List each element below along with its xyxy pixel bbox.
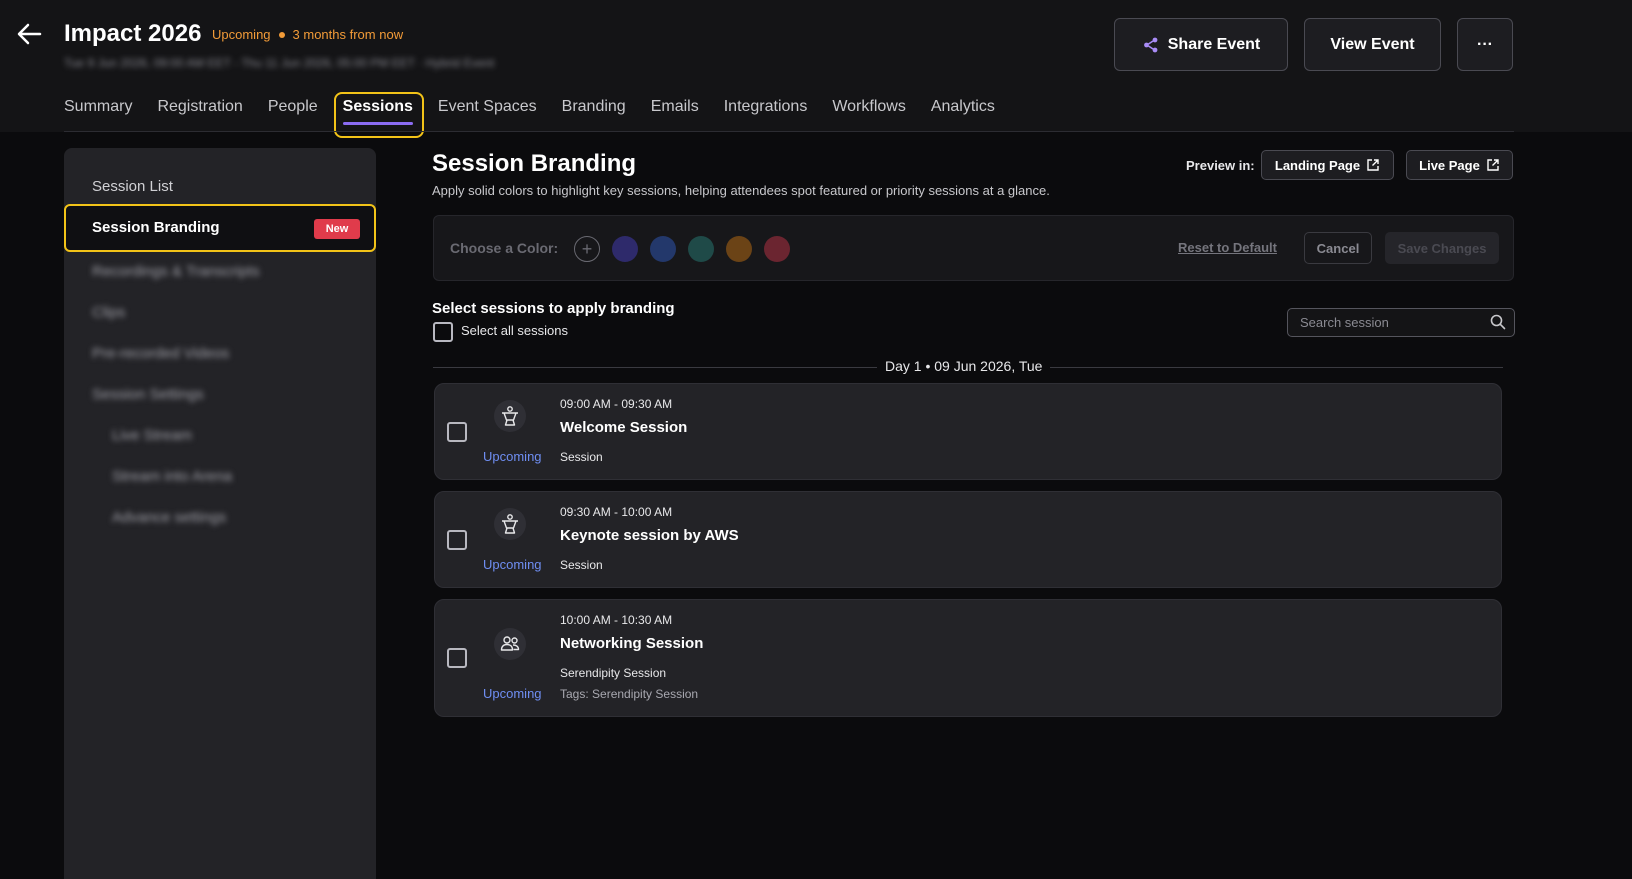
cancel-button[interactable]: Cancel [1304, 232, 1372, 264]
color-swatch-4[interactable] [726, 236, 752, 262]
session-tags: Tags: Serendipity Session [560, 687, 699, 701]
speaker-icon [494, 508, 526, 540]
sidebar-item-recordings[interactable]: Recordings & Transcripts [92, 263, 260, 280]
page-title: Session Branding [432, 150, 637, 177]
session-card-keynote[interactable]: Upcoming 09:30 AM - 10:00 AM Keynote ses… [434, 491, 1502, 588]
session-time: 10:00 AM - 10:30 AM [560, 613, 673, 627]
tab-summary[interactable]: Summary [64, 98, 132, 116]
more-options-button[interactable]: ··· [1457, 18, 1513, 71]
session-checkbox[interactable] [447, 530, 467, 550]
session-time: 09:00 AM - 09:30 AM [560, 397, 673, 411]
tab-people[interactable]: People [268, 98, 318, 116]
session-time: 09:30 AM - 10:00 AM [560, 505, 673, 519]
session-name: Keynote session by AWS [560, 527, 739, 544]
sidebar-item-stream-arena[interactable]: Stream into Arena [112, 468, 232, 485]
day-label: Day 1 • 09 Jun 2026, Tue [877, 358, 1051, 374]
search-session-input[interactable] [1287, 308, 1515, 337]
status-dot-icon [278, 31, 285, 38]
event-header: Impact 2026 Upcoming 3 months from now T… [0, 0, 1632, 138]
session-status: Upcoming [483, 557, 542, 572]
session-card-welcome[interactable]: Upcoming 09:00 AM - 09:30 AM Welcome Ses… [434, 383, 1502, 480]
add-color-icon[interactable]: + [574, 236, 600, 262]
new-badge: New [314, 219, 360, 239]
preview-label: Preview in: [1186, 158, 1255, 173]
people-icon [494, 628, 526, 660]
landing-page-button[interactable]: Landing Page [1261, 150, 1394, 180]
view-event-button[interactable]: View Event [1304, 18, 1441, 71]
sidebar-item-session-branding[interactable]: Session Branding New [64, 204, 376, 252]
tab-workflows[interactable]: Workflows [832, 98, 906, 116]
tab-registration[interactable]: Registration [157, 98, 242, 116]
share-event-button[interactable]: Share Event [1114, 18, 1288, 71]
share-event-label: Share Event [1167, 35, 1261, 53]
tab-sessions[interactable]: Sessions [342, 98, 414, 125]
event-tabs: Summary Registration People Sessions Eve… [64, 98, 1020, 125]
sidebar-item-session-list[interactable]: Session List [92, 178, 173, 195]
color-swatch-1[interactable] [612, 236, 638, 262]
sidebar-item-prerecorded[interactable]: Pre-recorded Videos [92, 345, 229, 362]
sidebar-item-live-stream[interactable]: Live Stream [112, 427, 192, 444]
session-status: Upcoming [483, 686, 542, 701]
sidebar-item-advance-settings[interactable]: Advance settings [112, 509, 226, 526]
back-arrow-icon[interactable] [14, 18, 46, 50]
status-text: Upcoming [212, 27, 271, 42]
session-type: Session [560, 558, 603, 572]
color-picker-bar: Choose a Color: + Reset to Default Cance… [433, 215, 1514, 281]
session-checkbox[interactable] [447, 422, 467, 442]
session-name: Networking Session [560, 635, 704, 652]
live-page-label: Live Page [1419, 157, 1480, 173]
tab-analytics[interactable]: Analytics [931, 98, 995, 116]
color-swatch-2[interactable] [650, 236, 676, 262]
view-event-label: View Event [1330, 35, 1415, 53]
sidebar-item-session-settings[interactable]: Session Settings [92, 386, 204, 403]
session-status: Upcoming [483, 449, 542, 464]
header-divider [64, 131, 1514, 132]
speaker-icon [494, 400, 526, 432]
session-name: Welcome Session [560, 419, 688, 436]
external-link-icon [1487, 159, 1499, 171]
share-icon [1143, 37, 1158, 52]
event-dates: Tue 9 Jun 2026, 09:00 AM EET - Thu 11 Ju… [64, 56, 495, 70]
event-title: Impact 2026 [64, 20, 202, 47]
tab-event-spaces[interactable]: Event Spaces [438, 98, 537, 116]
sidebar-item-clips[interactable]: Clips [92, 304, 125, 321]
more-icon: ··· [1477, 35, 1493, 53]
reset-to-default-link[interactable]: Reset to Default [1178, 240, 1277, 255]
sidebar-item-label: Session Branding [92, 219, 220, 236]
select-all-label: Select all sessions [461, 323, 568, 338]
session-type: Serendipity Session [560, 666, 667, 680]
choose-color-label: Choose a Color: [450, 240, 559, 256]
session-card-networking[interactable]: Upcoming 10:00 AM - 10:30 AM Networking … [434, 599, 1502, 717]
sessions-sidebar: Session List Session Branding New Record… [64, 148, 376, 879]
tab-integrations[interactable]: Integrations [724, 98, 808, 116]
session-checkbox[interactable] [447, 648, 467, 668]
event-status: Upcoming 3 months from now [212, 27, 403, 42]
landing-page-label: Landing Page [1274, 157, 1361, 173]
page-subtitle: Apply solid colors to highlight key sess… [432, 183, 1050, 198]
select-sessions-title: Select sessions to apply branding [432, 300, 675, 317]
save-changes-button[interactable]: Save Changes [1385, 232, 1499, 264]
live-page-button[interactable]: Live Page [1406, 150, 1513, 180]
tab-emails[interactable]: Emails [651, 98, 699, 116]
external-link-icon [1367, 159, 1379, 171]
select-all-checkbox[interactable] [433, 322, 453, 342]
relative-time: 3 months from now [292, 27, 404, 42]
color-swatch-3[interactable] [688, 236, 714, 262]
color-swatch-5[interactable] [764, 236, 790, 262]
tab-branding[interactable]: Branding [562, 98, 626, 116]
session-type: Session [560, 450, 603, 464]
